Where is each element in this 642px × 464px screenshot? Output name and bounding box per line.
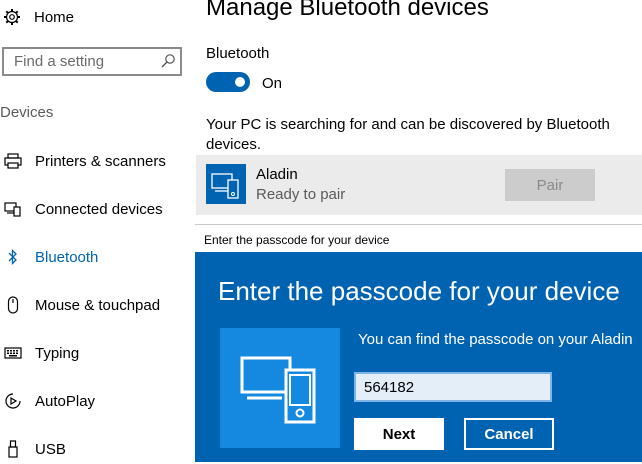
- passcode-input[interactable]: [354, 372, 552, 402]
- sidebar-item-label: Typing: [35, 344, 80, 362]
- toggle-knob: [235, 77, 245, 87]
- page-title: Manage Bluetooth devices: [206, 0, 489, 21]
- sidebar-item-typing[interactable]: Typing: [0, 338, 79, 368]
- sidebar-item-label: USB: [35, 440, 66, 458]
- sidebar-item-printers[interactable]: Printers & scanners: [0, 146, 166, 176]
- search-input[interactable]: [12, 52, 166, 71]
- cancel-button[interactable]: Cancel: [464, 418, 554, 450]
- sidebar: Home Devices Printers & scanners: [0, 0, 196, 462]
- sidebar-item-label: Printers & scanners: [35, 152, 166, 170]
- device-name: Aladin: [256, 166, 298, 183]
- sidebar-item-connected-devices[interactable]: Connected devices: [0, 194, 163, 224]
- sidebar-item-mouse[interactable]: Mouse & touchpad: [0, 290, 160, 320]
- sidebar-item-label: Mouse & touchpad: [35, 296, 161, 314]
- home-label: Home: [34, 8, 75, 26]
- home-link[interactable]: Home: [0, 2, 74, 32]
- gear-icon: [0, 5, 24, 29]
- keyboard-icon: [0, 343, 26, 363]
- toggle-state-label: On: [262, 75, 283, 92]
- devices-illustration-icon: [220, 328, 340, 448]
- sidebar-item-usb[interactable]: USB: [0, 434, 66, 464]
- passcode-dialog: Enter the passcode for your device Enter…: [195, 224, 642, 462]
- sidebar-item-label: AutoPlay: [35, 392, 96, 410]
- device-list-item[interactable]: Aladin Ready to pair Pair: [196, 155, 642, 215]
- device-status: Ready to pair: [256, 186, 346, 203]
- bluetooth-icon: [0, 247, 26, 267]
- dialog-heading: Enter the passcode for your device: [218, 276, 620, 306]
- printer-icon: [0, 151, 26, 171]
- mouse-icon: [0, 295, 26, 315]
- search-icon[interactable]: [160, 53, 176, 69]
- discovery-description: Your PC is searching for and can be disc…: [206, 116, 610, 153]
- autoplay-icon: [0, 391, 26, 411]
- search-box[interactable]: [2, 47, 182, 76]
- dialog-message: You can find the passcode on your Aladin: [358, 331, 633, 348]
- pair-button[interactable]: Pair: [505, 169, 595, 201]
- sidebar-item-bluetooth[interactable]: Bluetooth: [0, 242, 98, 272]
- bluetooth-label: Bluetooth: [206, 45, 270, 62]
- sidebar-item-label: Bluetooth: [35, 248, 99, 266]
- dialog-titlebar-text: Enter the passcode for your device: [204, 233, 390, 247]
- dialog-titlebar: Enter the passcode for your device: [195, 224, 642, 252]
- device-icon: [206, 164, 246, 204]
- connected-devices-icon: [0, 199, 26, 219]
- sidebar-item-label: Connected devices: [35, 200, 163, 218]
- sidebar-item-autoplay[interactable]: AutoPlay: [0, 386, 95, 416]
- next-button[interactable]: Next: [354, 418, 444, 450]
- bluetooth-toggle[interactable]: [206, 72, 250, 92]
- usb-icon: [0, 439, 26, 459]
- section-devices: Devices: [0, 104, 54, 121]
